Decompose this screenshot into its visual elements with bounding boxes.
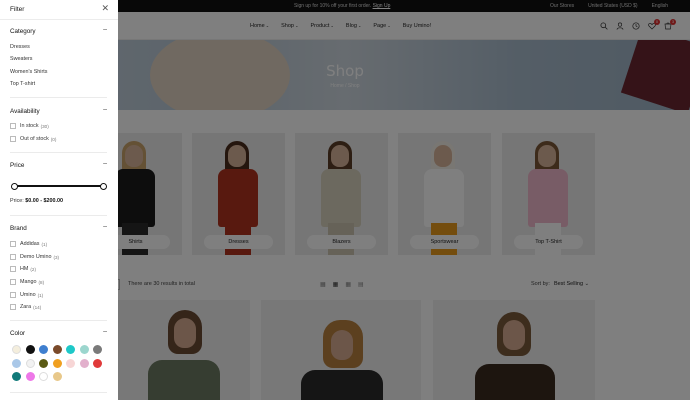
checkbox-label: Addidas	[20, 241, 40, 247]
divider	[10, 392, 107, 393]
price-range-text: Price: $0.00 - $200.00	[10, 198, 63, 204]
checkbox-box[interactable]	[10, 304, 16, 310]
collapse-color-icon[interactable]: –	[103, 328, 107, 335]
category-heading: Category	[10, 28, 36, 35]
checkbox-box[interactable]	[10, 136, 16, 142]
color-swatch[interactable]	[12, 345, 21, 354]
category-link-dresses[interactable]: Dresses	[10, 44, 30, 50]
checkbox-box[interactable]	[10, 241, 16, 247]
checkbox-label: HM	[20, 266, 29, 272]
collapse-availability-icon[interactable]: –	[103, 106, 107, 113]
filter-drawer: Filter ✕ Category – Dresses Sweaters Wom…	[0, 0, 118, 400]
color-swatch[interactable]	[93, 358, 102, 368]
brand-addidas-checkbox[interactable]: Addidas (1)	[10, 241, 47, 247]
checkbox-box[interactable]	[10, 279, 16, 285]
checkbox-count: (2)	[30, 266, 37, 272]
checkbox-count: (3)	[53, 254, 60, 260]
price-label: Price:	[10, 198, 24, 204]
checkbox-label: Umino	[20, 292, 36, 298]
checkbox-count: (0)	[50, 136, 57, 142]
availability-out-of-stock-checkbox[interactable]: Out of stock (0)	[10, 136, 56, 142]
color-swatch[interactable]	[66, 345, 75, 354]
filter-header: Filter ✕	[0, 0, 118, 20]
checkbox-count: (30)	[40, 123, 49, 129]
collapse-brand-icon[interactable]: –	[103, 223, 107, 230]
color-swatch[interactable]	[25, 345, 35, 354]
color-swatch[interactable]	[52, 358, 62, 368]
filter-title: Filter	[10, 6, 25, 13]
checkbox-box[interactable]	[10, 254, 16, 260]
close-icon[interactable]: ✕	[101, 4, 109, 13]
collapse-price-icon[interactable]: –	[103, 160, 107, 167]
brand-demo-umino-checkbox[interactable]: Demo Umino (3)	[10, 254, 59, 260]
availability-heading: Availability	[10, 108, 40, 115]
divider	[10, 215, 107, 216]
checkbox-label: Zara	[20, 304, 32, 310]
color-swatch[interactable]	[12, 358, 21, 368]
brand-hm-checkbox[interactable]: HM (2)	[10, 266, 36, 272]
color-swatch[interactable]	[52, 345, 62, 354]
color-swatch[interactable]	[66, 358, 75, 368]
price-range-value: $0.00 - $200.00	[25, 198, 64, 204]
checkbox-count: (8)	[38, 279, 45, 285]
price-heading: Price	[10, 162, 25, 169]
color-swatch[interactable]	[12, 372, 21, 381]
color-swatch[interactable]	[79, 345, 89, 354]
divider	[10, 152, 107, 153]
checkbox-count: (14)	[33, 304, 42, 310]
availability-in-stock-checkbox[interactable]: In stock (30)	[10, 123, 49, 129]
checkbox-label: Out of stock	[20, 136, 49, 142]
brand-mango-checkbox[interactable]: Mango (8)	[10, 279, 44, 285]
checkbox-count: (1)	[41, 241, 48, 247]
color-swatch[interactable]	[93, 345, 102, 354]
color-heading: Color	[10, 330, 26, 337]
color-swatch[interactable]	[39, 372, 48, 381]
color-swatch[interactable]	[25, 372, 35, 381]
color-swatch[interactable]	[52, 372, 62, 381]
brand-heading: Brand	[10, 225, 27, 232]
color-swatch[interactable]	[79, 358, 89, 368]
divider	[10, 97, 107, 98]
checkbox-box[interactable]	[10, 123, 16, 129]
checkbox-count: (1)	[37, 292, 44, 298]
checkbox-box[interactable]	[10, 266, 16, 272]
category-link-top-tshirt[interactable]: Top T-shirt	[10, 81, 35, 87]
checkbox-label: Mango	[20, 279, 37, 285]
color-swatch[interactable]	[25, 358, 35, 368]
price-slider-max-handle[interactable]	[99, 182, 107, 190]
checkbox-label: In stock	[20, 123, 39, 129]
brand-zara-checkbox[interactable]: Zara (14)	[10, 304, 41, 310]
collapse-category-icon[interactable]: –	[103, 26, 107, 33]
price-slider-min-handle[interactable]	[10, 182, 18, 190]
checkbox-label: Demo Umino	[20, 254, 52, 260]
price-slider-track[interactable]	[14, 185, 103, 187]
category-link-womens-shirts[interactable]: Women's Shirts	[10, 69, 47, 75]
checkbox-box[interactable]	[10, 292, 16, 298]
brand-umino-checkbox[interactable]: Umino (1)	[10, 292, 43, 298]
color-swatch[interactable]	[39, 345, 48, 354]
divider	[10, 320, 107, 321]
category-link-sweaters[interactable]: Sweaters	[10, 56, 32, 62]
color-swatch[interactable]	[39, 358, 48, 368]
